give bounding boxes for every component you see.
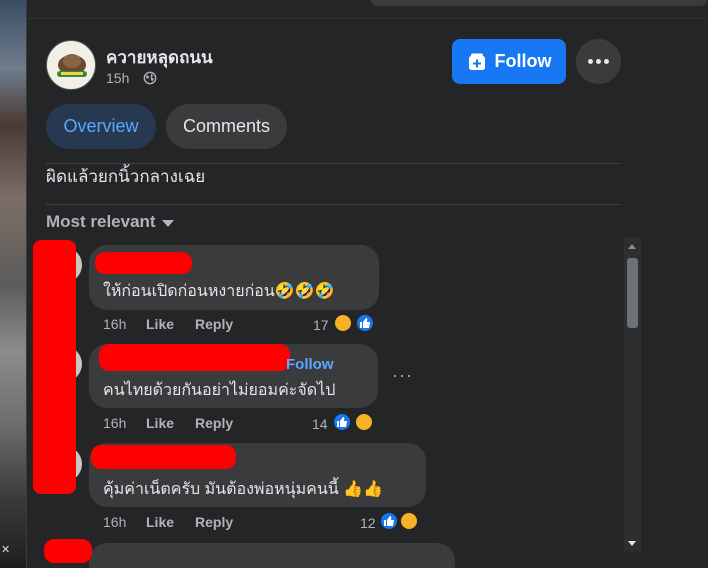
scroll-down-icon[interactable] bbox=[628, 541, 636, 546]
haha-reaction-icon bbox=[333, 313, 353, 333]
like-link[interactable]: Like bbox=[146, 316, 174, 332]
comments-scrollbar[interactable] bbox=[624, 238, 641, 552]
divider bbox=[46, 204, 621, 205]
like-link[interactable]: Like bbox=[146, 415, 174, 431]
scroll-thumb[interactable] bbox=[627, 258, 638, 328]
more-dots-icon bbox=[588, 59, 593, 64]
top-search-bar bbox=[370, 0, 708, 6]
redacted-name bbox=[99, 344, 290, 371]
redacted-name bbox=[95, 252, 192, 274]
comment-time[interactable]: 16h bbox=[103, 514, 126, 530]
comment-time[interactable]: 16h bbox=[103, 316, 126, 332]
reply-link[interactable]: Reply bbox=[195, 415, 233, 431]
haha-reaction-icon bbox=[399, 511, 419, 531]
reaction-count[interactable]: 17 bbox=[313, 317, 329, 333]
redacted-name bbox=[91, 445, 236, 469]
scroll-up-icon[interactable] bbox=[628, 244, 636, 249]
like-link[interactable]: Like bbox=[146, 514, 174, 530]
post-caption: ผิดแล้วยกนิ้วกลางเฉย bbox=[46, 167, 206, 186]
reply-link[interactable]: Reply bbox=[195, 316, 233, 332]
comment-text: คุ้มค่าเน็ตครับ มันต้องพ่อหนุ่มคนนี้ 👍👍 bbox=[103, 481, 383, 498]
tab-comments[interactable]: Comments bbox=[166, 104, 287, 149]
like-reaction-icon bbox=[379, 511, 399, 531]
sort-label: Most relevant bbox=[46, 212, 156, 231]
comment-text: ให้ก่อนเปิดก่อนหงายก่อน🤣🤣🤣 bbox=[103, 283, 335, 300]
redacted-avatars bbox=[33, 240, 76, 494]
comment-text: คนไทยด้วยกันอย่าไม่ยอมค่ะจัดไป bbox=[103, 382, 336, 399]
follow-button-label: Follow bbox=[494, 51, 552, 71]
author-name[interactable]: ควายหลุดถนน bbox=[106, 44, 213, 71]
comment-more-icon[interactable]: ··· bbox=[392, 365, 413, 386]
follow-button[interactable]: Follow bbox=[452, 39, 566, 84]
close-icon[interactable]: ✕ bbox=[1, 543, 10, 556]
reply-link[interactable]: Reply bbox=[195, 514, 233, 530]
page-avatar[interactable] bbox=[46, 40, 96, 90]
globe-icon bbox=[143, 71, 157, 85]
tab-overview[interactable]: Overview bbox=[46, 104, 156, 149]
haha-reaction-icon bbox=[354, 412, 374, 432]
comment-bubble bbox=[89, 543, 455, 568]
follow-page-icon bbox=[468, 53, 485, 70]
like-reaction-icon bbox=[332, 412, 352, 432]
top-divider bbox=[27, 18, 708, 19]
more-options-button[interactable] bbox=[576, 39, 621, 84]
redacted-avatar bbox=[44, 539, 92, 563]
like-reaction-icon bbox=[355, 313, 375, 333]
reaction-count[interactable]: 12 bbox=[360, 515, 376, 531]
sort-dropdown[interactable]: Most relevant bbox=[46, 212, 174, 232]
video-preview-strip: ✕ bbox=[0, 0, 27, 568]
comment-time[interactable]: 16h bbox=[103, 415, 126, 431]
post-time[interactable]: 15h bbox=[106, 70, 129, 86]
reaction-count[interactable]: 14 bbox=[312, 416, 328, 432]
comment-follow-link[interactable]: Follow bbox=[286, 356, 334, 373]
caret-down-icon bbox=[161, 219, 174, 227]
